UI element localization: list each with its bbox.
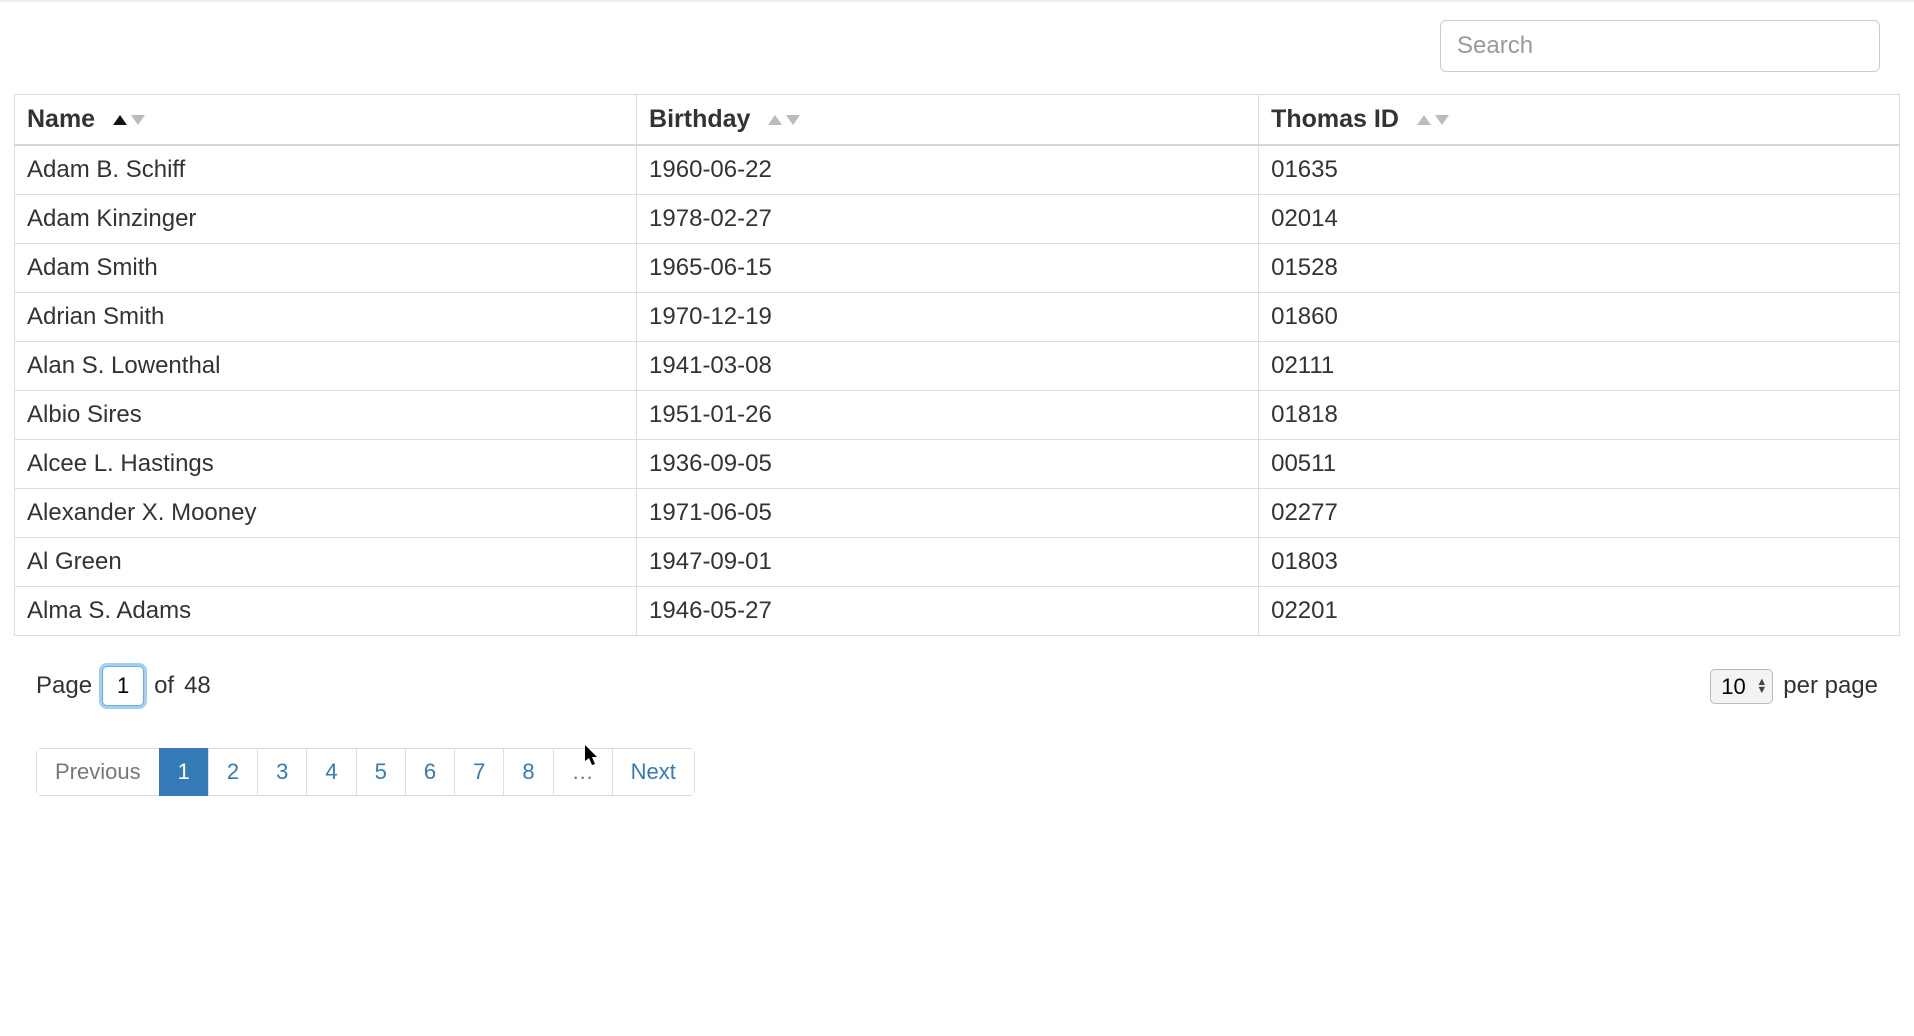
cell-thomas-id: 00511: [1259, 440, 1900, 489]
column-header-label: Birthday: [649, 105, 750, 133]
cell-birthday: 1978-02-27: [637, 195, 1259, 244]
cell-name: Adam Kinzinger: [15, 195, 637, 244]
cell-name: Adam Smith: [15, 244, 637, 293]
sort-desc-icon: [130, 114, 146, 126]
table-row: Adam Kinzinger 1978-02-27 02014: [15, 195, 1900, 244]
pagination-page-7[interactable]: 7: [454, 748, 503, 796]
sort-desc-icon: [785, 114, 801, 126]
cell-birthday: 1946-05-27: [637, 587, 1259, 636]
cell-name: Al Green: [15, 538, 637, 587]
table-header-row: Name Birthday Thomas ID: [15, 95, 1900, 146]
table-row: Alcee L. Hastings 1936-09-05 00511: [15, 440, 1900, 489]
column-header-thomas-id[interactable]: Thomas ID: [1259, 95, 1900, 146]
column-header-label: Thomas ID: [1271, 105, 1399, 133]
cell-thomas-id: 02111: [1259, 342, 1900, 391]
cell-name: Alexander X. Mooney: [15, 489, 637, 538]
cell-thomas-id: 02014: [1259, 195, 1900, 244]
table-row: Adam Smith 1965-06-15 01528: [15, 244, 1900, 293]
cell-birthday: 1965-06-15: [637, 244, 1259, 293]
table-row: Alma S. Adams 1946-05-27 02201: [15, 587, 1900, 636]
table-row: Adam B. Schiff 1960-06-22 01635: [15, 145, 1900, 195]
cell-thomas-id: 01803: [1259, 538, 1900, 587]
search-input[interactable]: [1440, 20, 1880, 72]
column-header-name[interactable]: Name: [15, 95, 637, 146]
cell-thomas-id: 01528: [1259, 244, 1900, 293]
sort-icons-birthday: [767, 105, 801, 134]
total-pages: 48: [184, 672, 211, 700]
cell-thomas-id: 02201: [1259, 587, 1900, 636]
cell-birthday: 1970-12-19: [637, 293, 1259, 342]
pagination-ellipsis: …: [553, 748, 612, 796]
column-header-label: Name: [27, 105, 95, 133]
pagination-page-2[interactable]: 2: [208, 748, 257, 796]
of-label: of: [154, 672, 174, 700]
page-of-display: Page of 48: [36, 666, 211, 706]
cell-birthday: 1960-06-22: [637, 145, 1259, 195]
per-page-select[interactable]: 10: [1710, 669, 1773, 704]
cell-name: Alma S. Adams: [15, 587, 637, 636]
sort-asc-icon: [767, 114, 783, 126]
search-row: [14, 20, 1900, 72]
cell-birthday: 1941-03-08: [637, 342, 1259, 391]
cell-name: Alan S. Lowenthal: [15, 342, 637, 391]
cell-name: Adrian Smith: [15, 293, 637, 342]
pagination-page-3[interactable]: 3: [257, 748, 306, 796]
pagination-page-8[interactable]: 8: [503, 748, 552, 796]
data-table: Name Birthday Thomas ID: [14, 94, 1900, 636]
table-row: Albio Sires 1951-01-26 01818: [15, 391, 1900, 440]
table-row: Alan S. Lowenthal 1941-03-08 02111: [15, 342, 1900, 391]
current-page-input[interactable]: [102, 666, 144, 706]
pagination-prev[interactable]: Previous: [36, 748, 159, 796]
pagination-next[interactable]: Next: [612, 748, 695, 796]
sort-desc-icon: [1434, 114, 1450, 126]
cell-thomas-id: 01860: [1259, 293, 1900, 342]
pagination-page-5[interactable]: 5: [356, 748, 405, 796]
pagination-page-4[interactable]: 4: [306, 748, 355, 796]
per-page-label: per page: [1783, 672, 1878, 700]
sort-asc-icon: [112, 114, 128, 126]
page-label: Page: [36, 672, 92, 700]
page-root: Name Birthday Thomas ID: [0, 0, 1914, 836]
sort-asc-icon: [1416, 114, 1432, 126]
pagination-page-6[interactable]: 6: [405, 748, 454, 796]
cell-birthday: 1951-01-26: [637, 391, 1259, 440]
cell-thomas-id: 02277: [1259, 489, 1900, 538]
per-page-control: 10 ▲▼ per page: [1710, 669, 1878, 704]
cell-birthday: 1971-06-05: [637, 489, 1259, 538]
table-row: Adrian Smith 1970-12-19 01860: [15, 293, 1900, 342]
cell-birthday: 1936-09-05: [637, 440, 1259, 489]
sort-icons-name: [112, 105, 146, 134]
table-row: Alexander X. Mooney 1971-06-05 02277: [15, 489, 1900, 538]
table-row: Al Green 1947-09-01 01803: [15, 538, 1900, 587]
pagination: Previous 1 2 3 4 5 6 7 8 … Next: [36, 748, 695, 796]
cell-thomas-id: 01635: [1259, 145, 1900, 195]
cell-name: Adam B. Schiff: [15, 145, 637, 195]
table-body: Adam B. Schiff 1960-06-22 01635 Adam Kin…: [15, 145, 1900, 636]
cell-name: Albio Sires: [15, 391, 637, 440]
cell-thomas-id: 01818: [1259, 391, 1900, 440]
cell-birthday: 1947-09-01: [637, 538, 1259, 587]
column-header-birthday[interactable]: Birthday: [637, 95, 1259, 146]
cell-name: Alcee L. Hastings: [15, 440, 637, 489]
pagination-page-1[interactable]: 1: [159, 748, 208, 796]
table-footer: Page of 48 10 ▲▼ per page: [14, 636, 1900, 706]
sort-icons-thomas: [1416, 105, 1450, 134]
